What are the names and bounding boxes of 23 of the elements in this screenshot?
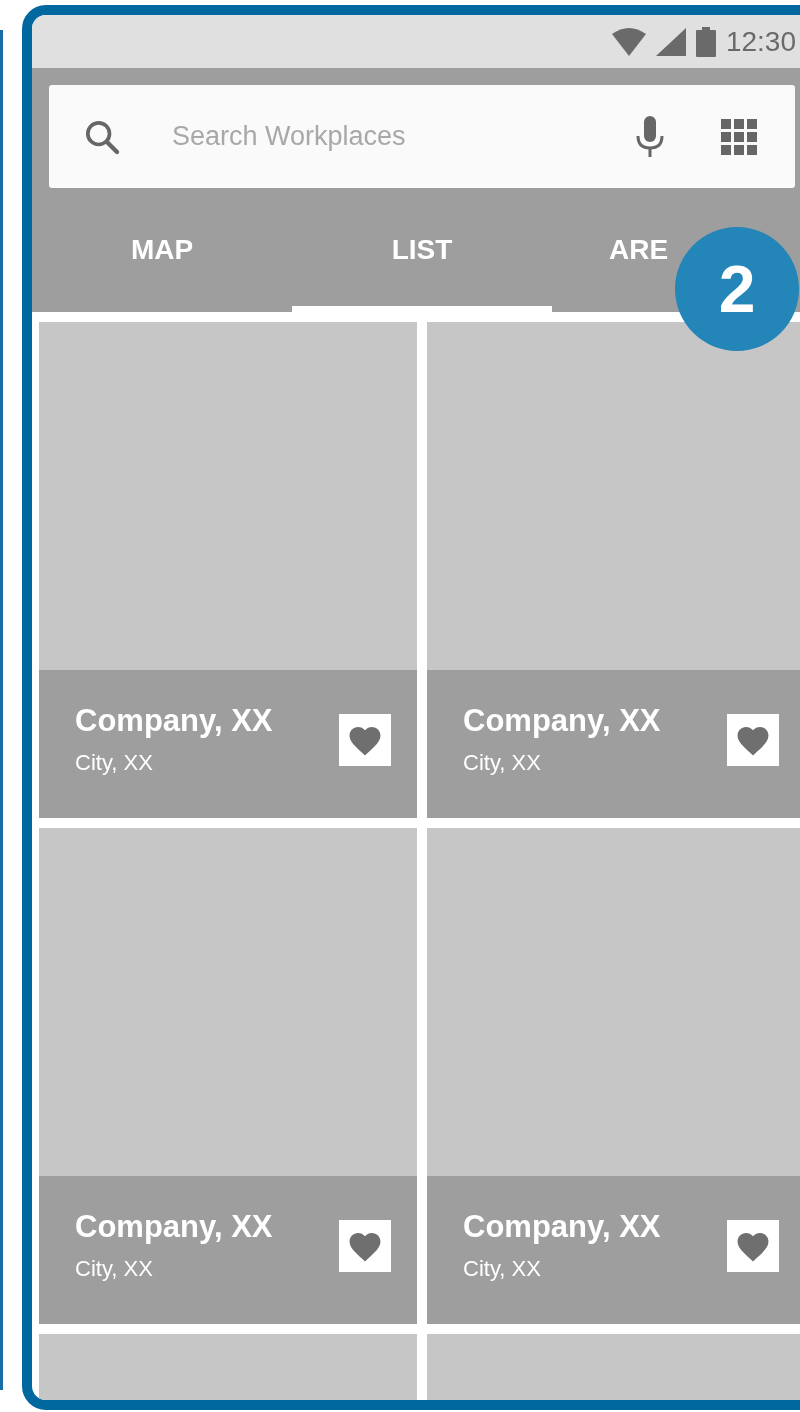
city-label: City, XX — [75, 749, 154, 777]
city-label: City, XX — [463, 749, 542, 777]
city-label: City, XX — [463, 1255, 542, 1283]
company-name: Company, XX — [75, 702, 273, 740]
favorite-button[interactable] — [727, 1220, 779, 1272]
tab[interactable]: LIST — [292, 188, 552, 312]
company-name: Company, XX — [463, 1208, 661, 1246]
wifi-icon — [611, 27, 646, 56]
battery-icon — [695, 26, 716, 57]
city-label: City, XX — [75, 1255, 154, 1283]
search-field[interactable]: Search Workplaces — [172, 116, 635, 157]
company-name: Company, XX — [75, 1208, 273, 1246]
tab[interactable]: ARE — [552, 188, 667, 312]
favorite-button[interactable] — [339, 1220, 391, 1272]
signal-icon — [655, 27, 686, 56]
favorite-button[interactable] — [727, 714, 779, 766]
tab[interactable]: MAP — [32, 188, 292, 312]
step-badge: 2 — [675, 227, 799, 351]
microphone-icon[interactable] — [635, 115, 665, 158]
company-name: Company, XX — [463, 702, 661, 740]
grid-icon[interactable] — [721, 118, 757, 155]
favorite-button[interactable] — [339, 714, 391, 766]
status-time: 12:30 — [725, 27, 796, 56]
